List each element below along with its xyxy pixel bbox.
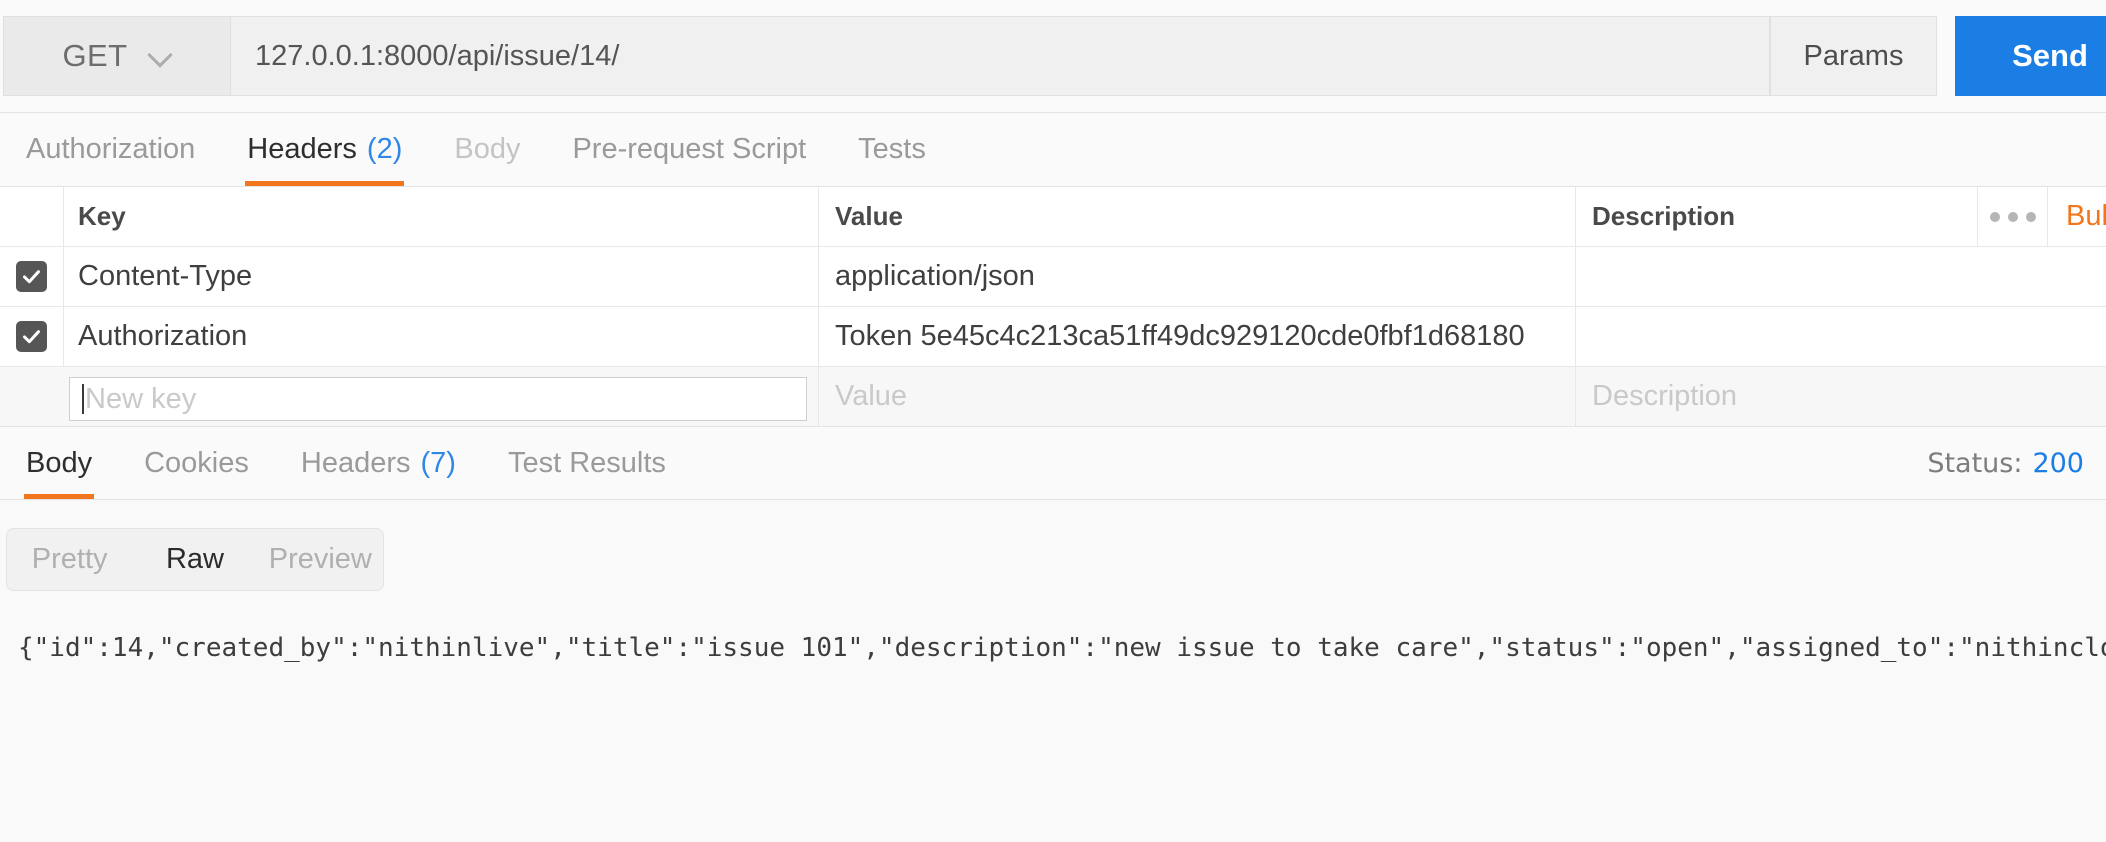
status-code: 200 [2032, 447, 2084, 479]
tab-body-label: Body [454, 133, 521, 165]
url-bar: GET 127.0.0.1:8000/api/issue/14/ Params … [0, 0, 2106, 113]
http-method-label: GET [62, 38, 128, 73]
response-body-text[interactable]: {"id":14,"created_by":"nithinlive","titl… [18, 633, 2106, 663]
tab-body[interactable]: Body [428, 113, 546, 186]
http-method-selector[interactable]: GET [3, 16, 230, 96]
text-caret [82, 384, 84, 414]
format-preview-button[interactable]: Preview [258, 543, 383, 576]
response-tab-body-label: Body [26, 446, 93, 479]
chevron-down-icon [149, 45, 171, 67]
check-icon [23, 270, 40, 284]
more-options-icon[interactable] [1977, 187, 2048, 246]
check-icon [23, 330, 40, 344]
column-header-value: Value [818, 187, 1575, 246]
response-tab-cookies[interactable]: Cookies [118, 427, 275, 499]
header-checkbox-cell [0, 187, 63, 246]
response-tab-test-results-label: Test Results [507, 446, 666, 479]
request-tabs: Authorization Headers (2) Body Pre-reque… [0, 113, 2106, 187]
bulk-edit-button[interactable]: Bulk Edit [2048, 200, 2106, 233]
new-value-input[interactable]: Value [818, 367, 1575, 426]
response-tab-cookies-label: Cookies [144, 446, 249, 479]
params-button[interactable]: Params [1770, 16, 1937, 96]
response-tab-headers[interactable]: Headers (7) [275, 427, 482, 499]
tab-pre-request-script[interactable]: Pre-request Script [546, 113, 832, 186]
headers-table: Key Value Description Bulk Edit [0, 187, 2106, 427]
response-tabs: Body Cookies Headers (7) Test Results St… [0, 427, 2106, 500]
new-description-input[interactable]: Description [1575, 367, 2106, 426]
row-checkbox-cell [0, 247, 63, 306]
row-checkbox-cell [0, 307, 63, 366]
header-description-cell[interactable] [1575, 307, 2106, 366]
tab-tests[interactable]: Tests [832, 113, 952, 186]
header-value-cell[interactable]: Token 5e45c4c213ca51ff49dc929120cde0fbf1… [818, 307, 1575, 366]
response-tab-headers-label: Headers [300, 446, 411, 479]
new-key-input[interactable]: New key [69, 377, 807, 421]
tab-headers-label: Headers [247, 133, 357, 165]
table-header-row: Key Value Description Bulk Edit [0, 187, 2106, 247]
row-checkbox[interactable] [16, 261, 47, 292]
send-button[interactable]: Send [1955, 16, 2106, 96]
postman-window: GET 127.0.0.1:8000/api/issue/14/ Params … [0, 0, 2106, 842]
header-description-cell[interactable] [1575, 247, 2106, 306]
tab-tests-label: Tests [858, 133, 926, 165]
new-header-row: New key Value Description [0, 367, 2106, 427]
tab-headers[interactable]: Headers (2) [221, 113, 428, 186]
response-tab-headers-count: (7) [420, 446, 456, 479]
row-checkbox[interactable] [16, 321, 47, 352]
tab-pre-request-script-label: Pre-request Script [572, 133, 807, 165]
column-header-key: Key [63, 187, 818, 246]
header-key-cell[interactable]: Authorization [63, 307, 818, 366]
status-badge: Status: 200 [1927, 427, 2084, 499]
header-key-cell[interactable]: Content-Type [63, 247, 818, 306]
new-key-placeholder: New key [85, 382, 197, 415]
tab-headers-count: (2) [366, 133, 403, 165]
format-raw-button[interactable]: Raw [132, 543, 257, 576]
response-tab-body[interactable]: Body [0, 427, 118, 499]
status-label: Status: [1927, 447, 2023, 479]
response-format-toggle: Pretty Raw Preview [6, 528, 384, 591]
tab-authorization-label: Authorization [26, 133, 196, 165]
table-row: Content-Type application/json [0, 247, 2106, 307]
header-table-tools: Bulk Edit [1977, 187, 2106, 246]
url-input[interactable]: 127.0.0.1:8000/api/issue/14/ [230, 16, 1770, 96]
new-row-checkbox-cell [0, 367, 63, 426]
tab-authorization[interactable]: Authorization [0, 113, 221, 186]
table-row: Authorization Token 5e45c4c213ca51ff49dc… [0, 307, 2106, 367]
response-tab-test-results[interactable]: Test Results [482, 427, 692, 499]
format-pretty-button[interactable]: Pretty [7, 543, 132, 576]
response-body-panel: {"id":14,"created_by":"nithinlive","titl… [0, 605, 2106, 842]
header-value-cell[interactable]: application/json [818, 247, 1575, 306]
